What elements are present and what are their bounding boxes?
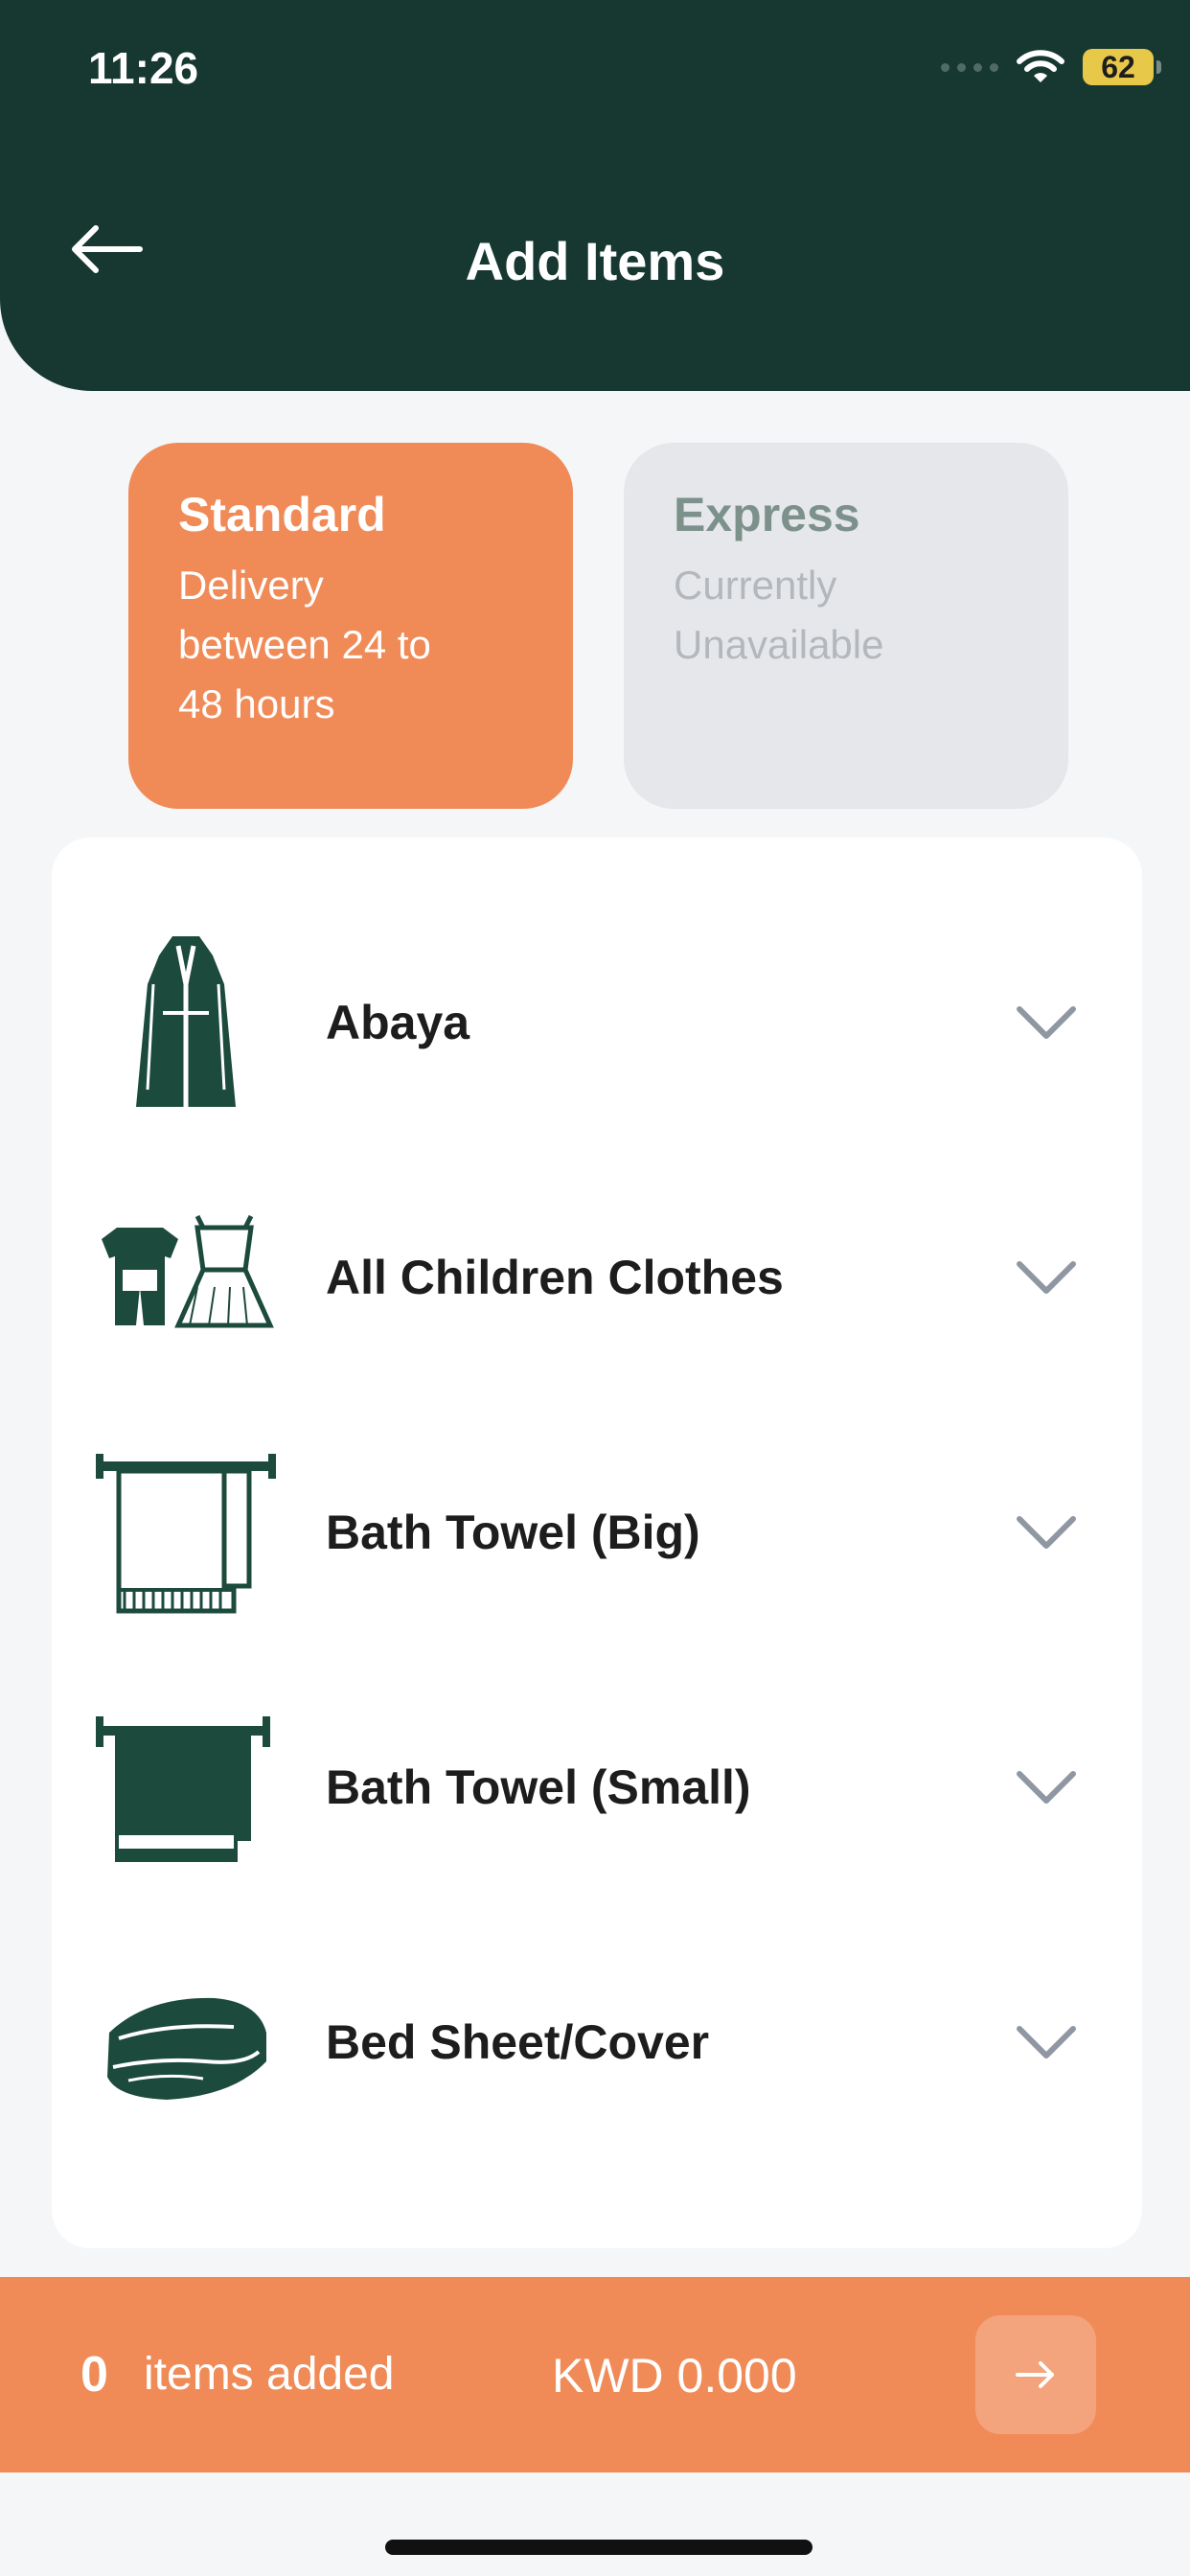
item-label: Bath Towel (Small) — [326, 1760, 751, 1814]
bath-towel-big-icon — [90, 1437, 282, 1628]
standard-delivery-option[interactable]: Standard Delivery between 24 to 48 hours — [128, 443, 573, 809]
chevron-down-icon[interactable] — [1008, 1504, 1085, 1561]
express-title: Express — [674, 488, 860, 541]
cart-total: KWD 0.000 — [552, 2349, 797, 2403]
item-list: Abaya All Children Clothes Bath Towel (B… — [52, 838, 1142, 2248]
bed-sheet-icon — [90, 1946, 282, 2138]
item-label: Bed Sheet/Cover — [326, 2015, 710, 2069]
chevron-down-icon[interactable] — [1008, 994, 1085, 1051]
list-item-bath-towel-big[interactable]: Bath Towel (Big) — [52, 1405, 1142, 1660]
express-subtitle: Currently Unavailable — [674, 563, 884, 667]
cart-summary-bar: 0 items added KWD 0.000 — [0, 2277, 1190, 2472]
app-header: 11:26 62 Add Items — [0, 0, 1190, 391]
items-count: 0 — [80, 2347, 108, 2403]
signal-icon — [941, 62, 998, 72]
continue-button[interactable] — [975, 2315, 1096, 2434]
items-count-label: items added — [144, 2349, 395, 2400]
list-item-bed-sheet[interactable]: Bed Sheet/Cover — [52, 1915, 1142, 2170]
wifi-icon — [1017, 50, 1064, 82]
status-time: 11:26 — [88, 43, 199, 93]
status-icons: 62 — [941, 48, 1161, 86]
item-label: Bath Towel (Big) — [326, 1506, 700, 1559]
home-indicator — [385, 2540, 812, 2555]
item-label: All Children Clothes — [326, 1251, 784, 1304]
chevron-down-icon[interactable] — [1008, 2013, 1085, 2071]
standard-title: Standard — [178, 488, 386, 541]
children-clothes-icon — [90, 1182, 282, 1373]
list-item-abaya[interactable]: Abaya — [52, 895, 1142, 1150]
list-item-children-clothes[interactable]: All Children Clothes — [52, 1150, 1142, 1405]
list-item-bath-towel-small[interactable]: Bath Towel (Small) — [52, 1660, 1142, 1915]
express-delivery-option[interactable]: Express Currently Unavailable — [624, 443, 1068, 809]
abaya-icon — [90, 927, 282, 1118]
item-label: Abaya — [326, 996, 470, 1049]
battery-icon: 62 — [1083, 49, 1161, 85]
standard-subtitle: Delivery between 24 to 48 hours — [178, 563, 431, 726]
chevron-down-icon[interactable] — [1008, 1759, 1085, 1816]
battery-level: 62 — [1101, 49, 1135, 84]
page-title: Add Items — [465, 231, 725, 291]
arrow-right-icon — [1016, 2361, 1054, 2388]
chevron-down-icon[interactable] — [1008, 1249, 1085, 1306]
bath-towel-small-icon — [90, 1691, 282, 1883]
